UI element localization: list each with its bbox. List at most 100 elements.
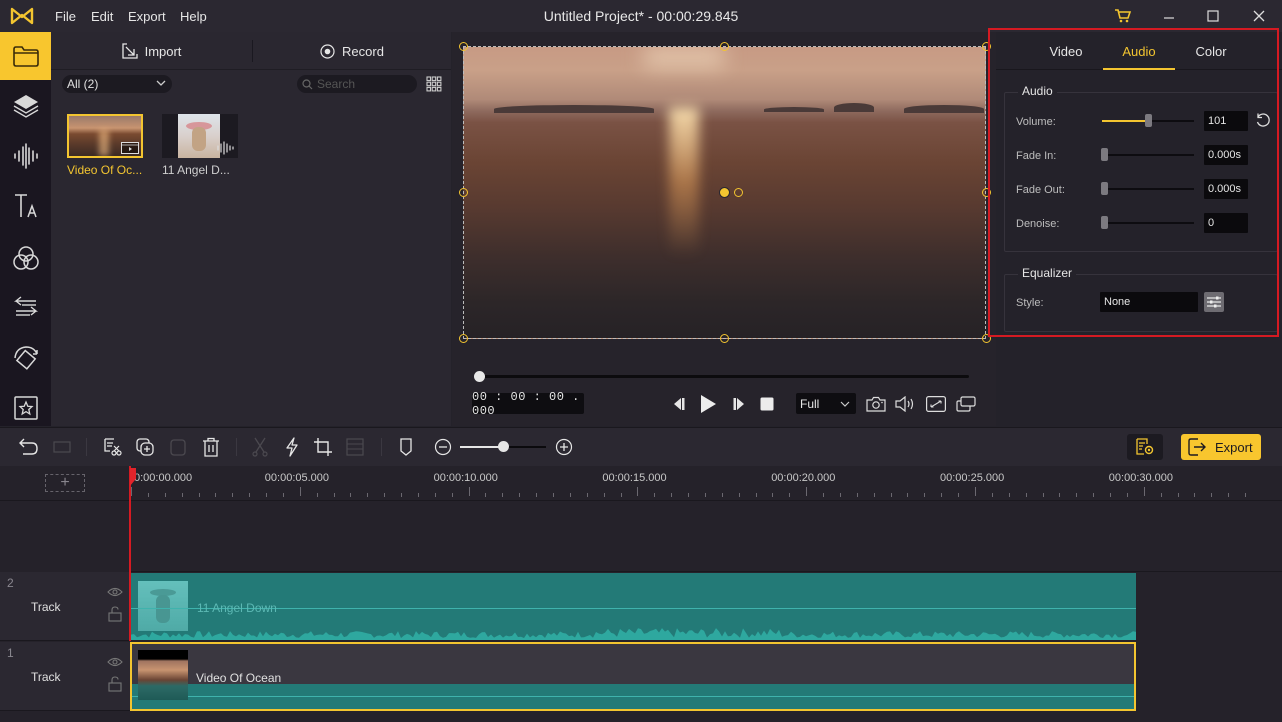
preview-zoom-select[interactable]: Full	[796, 393, 856, 414]
resize-handle[interactable]	[459, 42, 468, 51]
media-item-video[interactable]: Video Of Oc...	[67, 114, 143, 177]
zoom-in-button[interactable]	[552, 436, 576, 458]
unlock-icon[interactable]	[108, 676, 122, 692]
rail-transitions-button[interactable]	[0, 284, 51, 332]
rail-filters-button[interactable]	[0, 234, 51, 282]
grid-view-button[interactable]	[426, 76, 442, 92]
fade-in-slider-knob[interactable]	[1101, 148, 1108, 161]
stop-icon	[760, 397, 774, 411]
media-item-audio[interactable]: 11 Angel D...	[162, 114, 238, 177]
volume-slider[interactable]	[1102, 114, 1194, 127]
resize-handle[interactable]	[982, 334, 991, 343]
zoom-out-button[interactable]	[431, 436, 455, 458]
rail-audio-button[interactable]	[0, 132, 51, 180]
menu-edit[interactable]: Edit	[91, 9, 113, 24]
rail-media-button[interactable]	[0, 32, 51, 80]
denoise-value[interactable]: 0	[1204, 213, 1248, 233]
duplicate-button[interactable]	[133, 436, 157, 458]
resize-handle[interactable]	[459, 188, 468, 197]
resize-handle[interactable]	[459, 334, 468, 343]
menu-export[interactable]: Export	[128, 9, 166, 24]
ruler-label: 00:00:10.000	[433, 472, 498, 484]
next-frame-button[interactable]	[728, 393, 750, 415]
denoise-slider-knob[interactable]	[1101, 216, 1108, 229]
playhead[interactable]	[129, 466, 131, 641]
fade-out-value[interactable]: 0.000s	[1204, 179, 1248, 199]
snapshot-button[interactable]	[864, 393, 888, 415]
timeline-zoom-knob[interactable]	[498, 441, 509, 452]
equalizer-style-select[interactable]: None	[1100, 292, 1198, 312]
fade-in-value[interactable]: 0.000s	[1204, 145, 1248, 165]
audio-wave-icon	[217, 141, 234, 155]
filters-icon	[12, 246, 39, 270]
eye-icon[interactable]	[107, 587, 123, 597]
rotate-handle[interactable]	[734, 188, 743, 197]
resize-handle[interactable]	[720, 42, 729, 51]
prev-frame-button[interactable]	[668, 393, 690, 415]
record-button[interactable]: Record	[253, 32, 451, 70]
eye-icon[interactable]	[107, 657, 123, 667]
pop-out-button[interactable]	[954, 393, 978, 415]
tab-video[interactable]: Video	[1031, 44, 1101, 59]
ruler-minor-tick	[1042, 493, 1044, 497]
marker-button[interactable]	[394, 436, 418, 458]
media-search[interactable]	[297, 75, 417, 93]
ruler-minor-tick	[333, 493, 335, 497]
scrubber-knob[interactable]	[474, 371, 485, 382]
tab-color[interactable]: Color	[1176, 44, 1246, 59]
search-input[interactable]	[317, 77, 407, 91]
mosaic-button[interactable]	[343, 436, 367, 458]
clear-button[interactable]	[100, 436, 124, 458]
speed-button[interactable]	[280, 436, 304, 458]
volume-slider-knob[interactable]	[1145, 114, 1152, 127]
timeline-ruler[interactable]: + 0:00:00.000 00:00:05.000 00:00:10.000 00:…	[0, 466, 1282, 501]
equalizer-settings-button[interactable]	[1204, 292, 1224, 312]
title-bar: File Edit Export Help Untitled Project* …	[0, 0, 1282, 32]
denoise-slider[interactable]	[1101, 216, 1194, 229]
cart-button[interactable]	[1108, 4, 1138, 28]
fullscreen-button[interactable]	[924, 393, 948, 415]
paste-button[interactable]	[166, 436, 190, 458]
fade-in-slider[interactable]	[1101, 148, 1194, 161]
volume-value[interactable]: 101	[1204, 111, 1248, 131]
resize-handle[interactable]	[720, 334, 729, 343]
rail-text-button[interactable]	[0, 182, 51, 230]
play-button[interactable]	[696, 393, 720, 415]
minimize-button[interactable]	[1154, 4, 1184, 28]
menu-file[interactable]: File	[55, 9, 76, 24]
rail-stickers-button[interactable]	[0, 384, 51, 432]
anchor-handle[interactable]	[719, 187, 730, 198]
menu-help[interactable]: Help	[180, 9, 207, 24]
audio-clip[interactable]: 11 Angel Down	[131, 573, 1136, 640]
export-settings-button[interactable]	[1127, 434, 1163, 460]
crop-button[interactable]	[311, 436, 335, 458]
rail-animations-button[interactable]	[0, 334, 51, 382]
style-label: Style:	[1016, 297, 1044, 309]
export-button[interactable]: Export	[1181, 434, 1261, 460]
media-filter-select[interactable]: All (2)	[62, 75, 172, 93]
stop-button[interactable]	[756, 393, 778, 415]
resize-handle[interactable]	[982, 188, 991, 197]
maximize-button[interactable]	[1198, 4, 1228, 28]
fade-out-slider-knob[interactable]	[1101, 182, 1108, 195]
playback-scrubber[interactable]	[479, 375, 969, 378]
import-button[interactable]: Import	[51, 32, 252, 70]
rail-layers-button[interactable]	[0, 82, 51, 130]
ruler-minor-tick	[198, 493, 200, 497]
unlock-icon[interactable]	[108, 606, 122, 622]
close-button[interactable]	[1244, 4, 1274, 28]
tab-audio[interactable]: Audio	[1104, 44, 1174, 59]
fade-out-slider[interactable]	[1101, 182, 1194, 195]
undo-button[interactable]	[17, 436, 41, 458]
resize-handle[interactable]	[982, 42, 991, 51]
split-button[interactable]	[248, 436, 272, 458]
delete-button[interactable]	[199, 436, 223, 458]
redo-button[interactable]	[50, 436, 74, 458]
reset-volume-button[interactable]	[1255, 112, 1273, 130]
ruler-major-tick	[131, 487, 132, 496]
video-clip[interactable]: Video Of Ocean	[130, 642, 1136, 711]
close-icon	[1253, 10, 1265, 22]
volume-button[interactable]	[894, 393, 918, 415]
add-track-button[interactable]: +	[45, 474, 85, 492]
plus-icon: +	[60, 474, 70, 491]
